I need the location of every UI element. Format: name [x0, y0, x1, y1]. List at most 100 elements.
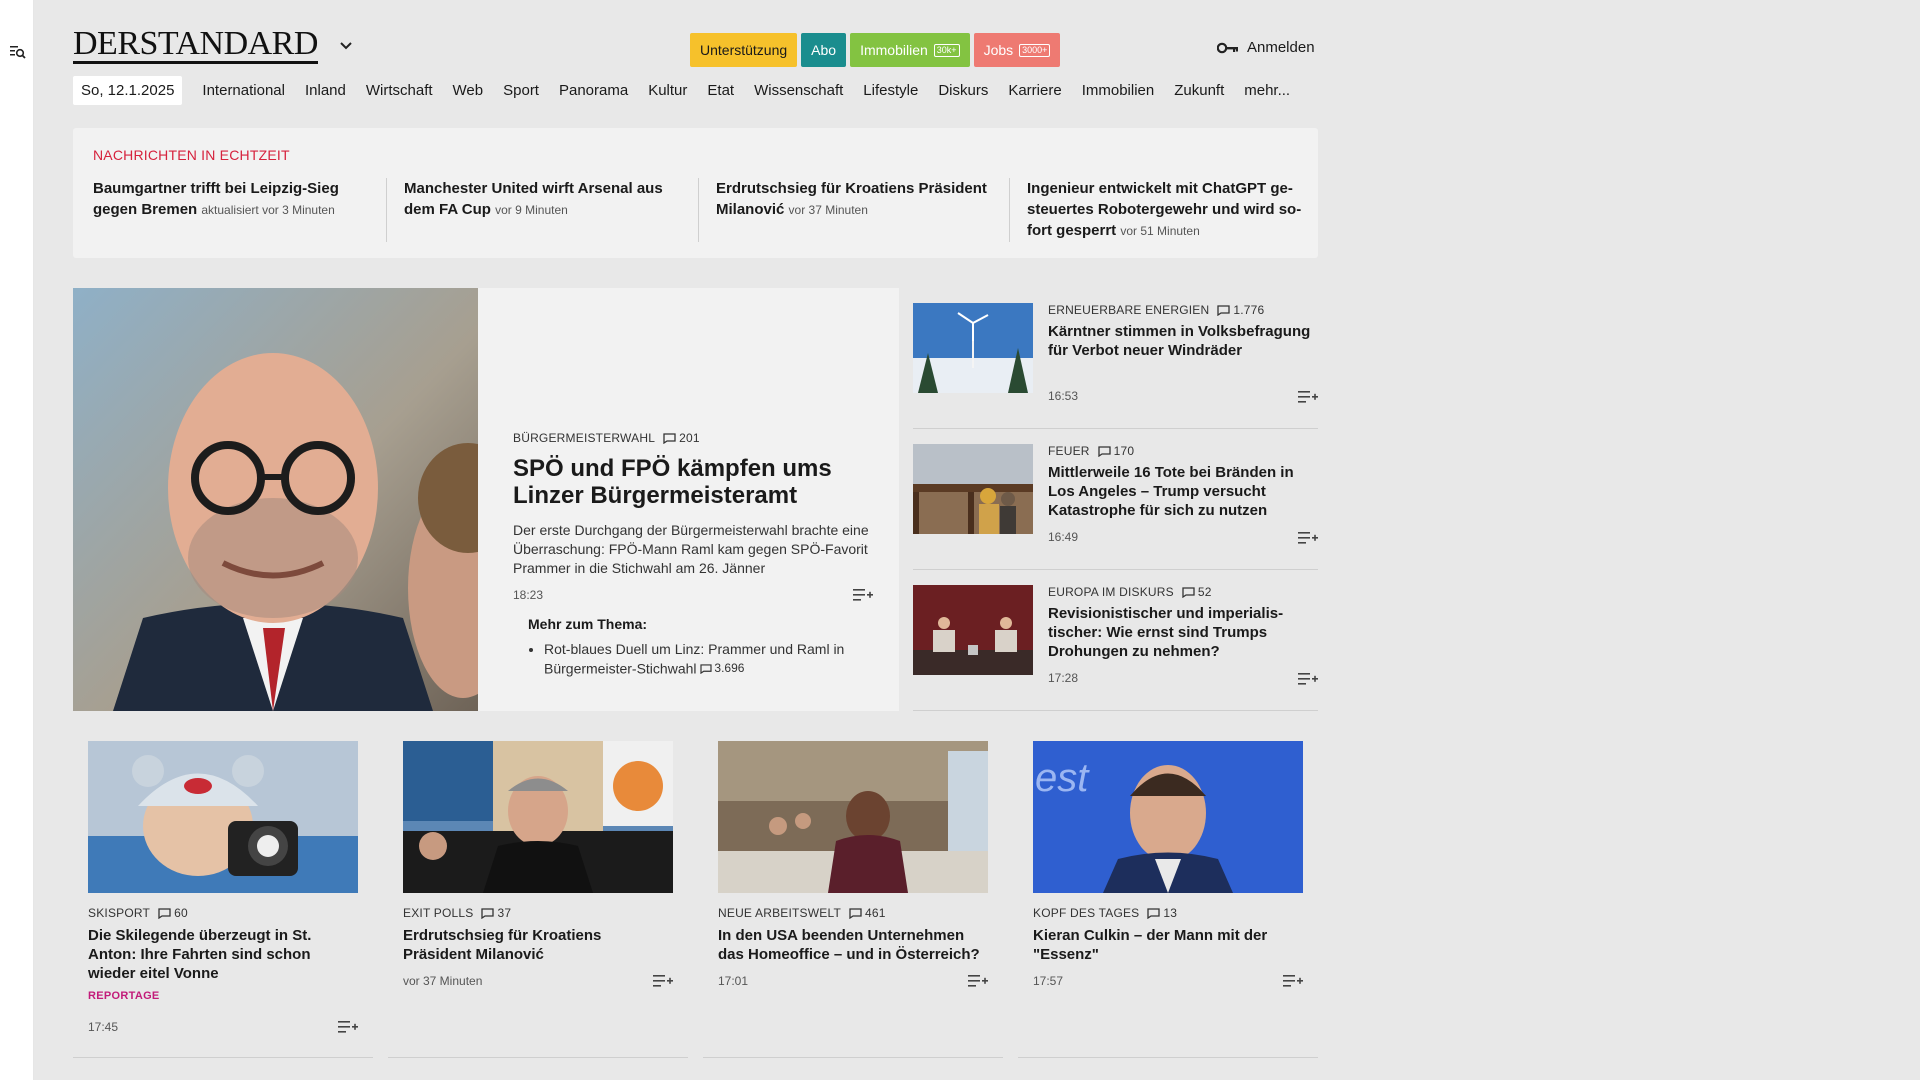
- article-title[interactable]: Mittlerweile 16 Tote bei Bränden in Los …: [1048, 463, 1318, 520]
- article-card[interactable]: NEUE ARBEITSWELT 461 In den USA beenden …: [703, 726, 1003, 1058]
- nav-etat[interactable]: Etat: [707, 82, 734, 99]
- nav-immobilien[interactable]: Immobilien: [1082, 82, 1155, 99]
- more-title: Mehr zum Thema:: [528, 616, 648, 632]
- hero-photo[interactable]: [73, 288, 478, 711]
- card-title[interactable]: In den USA beenden Unternehmen das Homeo…: [718, 926, 988, 964]
- card-time: vor 37 Minuten: [403, 974, 483, 988]
- jobs-label: Jobs: [983, 42, 1014, 58]
- chevron-down-icon[interactable]: [340, 42, 352, 50]
- card-time-row: 17:45: [88, 1020, 358, 1034]
- add-to-list-icon[interactable]: [1298, 672, 1318, 686]
- comment-count[interactable]: 461: [849, 906, 886, 920]
- ticker-meta: vor 37 Minuten: [788, 203, 868, 217]
- hero-category[interactable]: BÜRGERMEISTERWAHL: [513, 431, 655, 445]
- article-time: 16:49: [1048, 530, 1079, 544]
- logo[interactable]: DERSTANDARD: [73, 27, 318, 64]
- add-to-list-icon[interactable]: [853, 588, 873, 602]
- add-to-list-icon[interactable]: [1298, 390, 1318, 404]
- add-to-list-icon[interactable]: [338, 1020, 358, 1034]
- card-title[interactable]: Erdrutschsieg für Kroatiens Präsident Mi…: [403, 926, 673, 964]
- card-body: EXIT POLLS 37 Erdrutschsieg für Kroatien…: [403, 906, 673, 988]
- add-to-list-icon[interactable]: [968, 974, 988, 988]
- ticker-item[interactable]: Manchester United wirft Arsenal aus dem …: [404, 178, 694, 221]
- article-thumbnail[interactable]: [913, 585, 1033, 675]
- login-button[interactable]: Anmelden: [1217, 39, 1315, 56]
- comment-count[interactable]: 170: [1098, 444, 1135, 458]
- comment-number: 461: [865, 906, 886, 920]
- nav-lifestyle[interactable]: Lifestyle: [863, 82, 918, 99]
- side-article[interactable]: FEUER 170 Mittlerweile 16 Tote bei Bränd…: [913, 429, 1318, 570]
- nav-karriere[interactable]: Karriere: [1008, 82, 1061, 99]
- comment-count[interactable]: 201: [663, 431, 700, 445]
- ticker-meta: vor 51 Minuten: [1120, 224, 1200, 238]
- article-card[interactable]: EXIT POLLS 37 Erdrutschsieg für Kroatien…: [388, 726, 688, 1058]
- article-card[interactable]: SKISPORT 60 Die Skilegende überzeugt in …: [73, 726, 373, 1058]
- article-photo[interactable]: [403, 741, 673, 893]
- comment-count[interactable]: 60: [158, 906, 188, 920]
- article-thumbnail[interactable]: [913, 303, 1033, 393]
- comment-icon: [1217, 304, 1231, 316]
- comment-count[interactable]: 13: [1147, 906, 1177, 920]
- card-category[interactable]: KOPF DES TAGES: [1033, 906, 1139, 920]
- divider: [386, 178, 387, 242]
- reportage-label: REPORTAGE: [88, 990, 160, 1002]
- menu-search-icon[interactable]: [10, 44, 26, 60]
- add-to-list-icon[interactable]: [653, 974, 673, 988]
- card-category[interactable]: EXIT POLLS: [403, 906, 473, 920]
- hero-kicker: BÜRGERMEISTERWAHL 201: [513, 431, 873, 445]
- nav-more[interactable]: mehr...: [1244, 82, 1290, 99]
- article-photo[interactable]: [718, 741, 988, 893]
- card-title[interactable]: Kieran Culkin – der Mann mit der "Essenz…: [1033, 926, 1303, 964]
- hero-article[interactable]: BÜRGERMEISTERWAHL 201 SPÖ und FPÖ kämpfe…: [73, 288, 899, 711]
- comment-count[interactable]: 1.776: [1217, 303, 1264, 317]
- nav-inland[interactable]: Inland: [305, 82, 346, 99]
- comment-count[interactable]: 3.696: [700, 659, 744, 678]
- abo-button[interactable]: Abo: [801, 33, 847, 67]
- article-card[interactable]: est KOPF DES TAGES 13 Kieran Culkin – de…: [1018, 726, 1318, 1058]
- article-photo[interactable]: est: [1033, 741, 1303, 893]
- nav-diskurs[interactable]: Diskurs: [938, 82, 988, 99]
- article-photo[interactable]: [88, 741, 358, 893]
- nav-sport[interactable]: Sport: [503, 82, 539, 99]
- nav-panorama[interactable]: Panorama: [559, 82, 628, 99]
- side-article[interactable]: ERNEUERBARE ENERGIEN 1.776 Kärntner stim…: [913, 288, 1318, 429]
- article-category[interactable]: FEUER: [1048, 444, 1090, 458]
- comment-count[interactable]: 37: [481, 906, 511, 920]
- article-title[interactable]: Revisionistischer und imperialis­tischer…: [1048, 604, 1318, 661]
- nav-wissenschaft[interactable]: Wissenschaft: [754, 82, 843, 99]
- support-label: Unterstützung: [700, 42, 788, 58]
- hero-teaser: Der erste Durchgang der Bürgermeisterwah…: [513, 522, 869, 576]
- jobs-badge: 3000+: [1019, 43, 1051, 57]
- live-ticker: NACHRICHTEN IN ECHTZEIT Baumgartner trif…: [73, 128, 1318, 258]
- nav-wirtschaft[interactable]: Wirtschaft: [366, 82, 433, 99]
- article-thumbnail[interactable]: [913, 444, 1033, 534]
- comment-icon: [663, 432, 676, 444]
- immobilien-button[interactable]: Immobilien 30k+: [850, 33, 970, 67]
- more-item[interactable]: Rot-blaues Duell um Linz: Prammer und Ra…: [544, 640, 873, 679]
- nav-zukunft[interactable]: Zukunft: [1174, 82, 1224, 99]
- card-category[interactable]: NEUE ARBEITSWELT: [718, 906, 841, 920]
- comment-number: 52: [1197, 585, 1212, 599]
- hero-title[interactable]: SPÖ und FPÖ kämpfen ums Linzer Bürgermei…: [513, 455, 873, 509]
- nav-kultur[interactable]: Kultur: [648, 82, 687, 99]
- ticker-item[interactable]: Erdrutschsieg für Kroatiens Präsident Mi…: [716, 178, 1006, 221]
- card-title[interactable]: Die Skilegende überzeugt in St. Anton: I…: [88, 926, 358, 983]
- card-category[interactable]: SKISPORT: [88, 906, 150, 920]
- ticker-item[interactable]: Baumgartner trifft bei Leipzig-Sieg gege…: [93, 178, 383, 221]
- article-category[interactable]: EUROPA IM DISKURS: [1048, 585, 1174, 599]
- side-article[interactable]: EUROPA IM DISKURS 52 Revisionistischer u…: [913, 570, 1318, 711]
- key-icon: [1217, 42, 1239, 54]
- support-button[interactable]: Unterstützung: [690, 33, 798, 67]
- comment-icon: [849, 907, 862, 919]
- nav-international[interactable]: International: [202, 82, 285, 99]
- article-title[interactable]: Kärntner stimmen in Volksbefragung für V…: [1048, 322, 1318, 360]
- comment-count[interactable]: 52: [1182, 585, 1212, 599]
- article-category[interactable]: ERNEUERBARE ENERGIEN: [1048, 303, 1209, 317]
- card-time-row: vor 37 Minuten: [403, 974, 673, 988]
- jobs-button[interactable]: Jobs 3000+: [973, 33, 1061, 67]
- add-to-list-icon[interactable]: [1283, 974, 1303, 988]
- card-time: 17:01: [718, 974, 749, 988]
- ticker-item[interactable]: Ingenieur entwickelt mit ChatGPT ge­steu…: [1027, 178, 1302, 242]
- nav-web[interactable]: Web: [453, 82, 484, 99]
- add-to-list-icon[interactable]: [1298, 531, 1318, 545]
